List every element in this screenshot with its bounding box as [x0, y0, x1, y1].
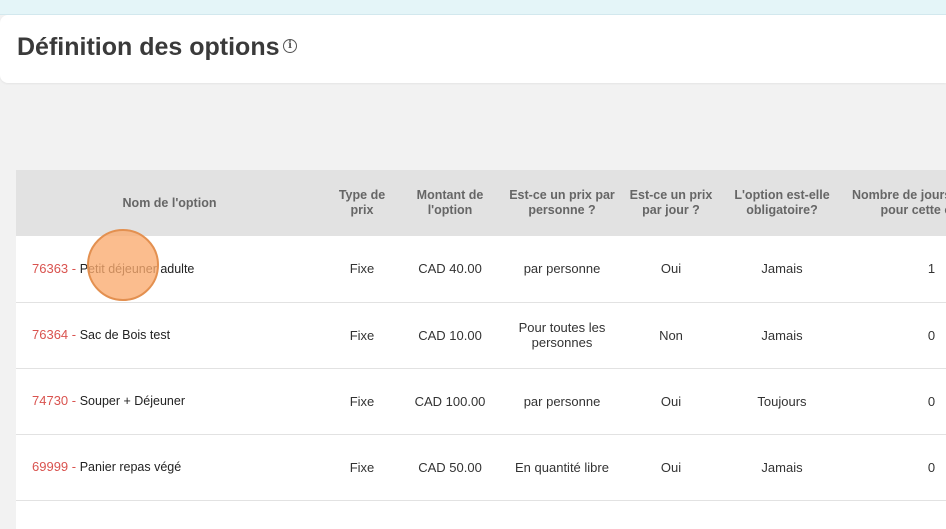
- table-row[interactable]: 69999 - Panier repas végé Fixe CAD 50.00…: [16, 434, 946, 500]
- column-header-amount[interactable]: Montant de l'option: [401, 170, 499, 236]
- mandatory-cell: Jamais: [761, 459, 803, 475]
- top-banner: [0, 0, 946, 15]
- option-name: Panier repas végé: [79, 460, 182, 474]
- option-id-link[interactable]: 74730: [32, 393, 68, 408]
- per-person-cell: par personne: [523, 261, 601, 277]
- table-header-row: Nom de l'option Type de prix Montant de …: [16, 170, 946, 236]
- mandatory-cell: Jamais: [761, 261, 803, 277]
- per-day-cell: Oui: [660, 261, 682, 277]
- days-cell: 0: [927, 393, 936, 409]
- option-separator: -: [68, 260, 80, 276]
- column-header-price-type[interactable]: Type de prix: [323, 170, 401, 236]
- per-day-cell: Oui: [660, 459, 682, 475]
- column-header-mandatory[interactable]: L'option est-elle obligatoire?: [717, 170, 847, 236]
- per-person-cell: Pour toutes les personnes: [518, 320, 606, 350]
- option-name: Sac de Bois test: [79, 328, 171, 342]
- amount-cell: CAD 40.00: [418, 261, 482, 277]
- option-name-cell: 76363 - Petit déjeuner adulte: [16, 236, 323, 302]
- table-row[interactable]: 76364 - Sac de Bois test Fixe CAD 10.00 …: [16, 302, 946, 368]
- price-type-cell: Fixe: [349, 393, 375, 409]
- price-type-cell: Fixe: [349, 459, 375, 475]
- options-table: Nom de l'option Type de prix Montant de …: [16, 170, 946, 529]
- table-row[interactable]: 74730 - Souper + Déjeuner Fixe CAD 100.0…: [16, 368, 946, 434]
- option-name-cell: 76364 - Sac de Bois test: [16, 302, 323, 368]
- column-header-option-name[interactable]: Nom de l'option: [16, 170, 323, 236]
- per-day-cell: Oui: [660, 393, 682, 409]
- option-id-link[interactable]: 76363: [32, 261, 68, 276]
- column-header-per-day[interactable]: Est-ce un prix par jour ?: [625, 170, 717, 236]
- amount-cell: CAD 100.00: [414, 393, 486, 409]
- option-separator: -: [68, 459, 80, 474]
- option-separator: -: [68, 393, 80, 408]
- price-type-cell: Fixe: [349, 261, 375, 277]
- option-name: Petit déjeuner adulte: [79, 261, 195, 276]
- amount-cell: CAD 10.00: [418, 327, 482, 343]
- days-cell: 1: [927, 261, 936, 277]
- option-name-cell: 69999 - Panier repas végé: [16, 434, 323, 500]
- days-cell: 0: [927, 327, 936, 343]
- per-person-cell: par personne: [523, 393, 601, 409]
- option-name: Souper + Déjeuner: [79, 394, 185, 408]
- days-cell: 0: [927, 459, 936, 475]
- page-header: Définition des options i: [0, 15, 946, 83]
- option-separator: -: [68, 327, 80, 342]
- option-id-link[interactable]: 69999: [32, 459, 68, 474]
- table-row[interactable]: 76363 - Petit déjeuner adulte Fixe CAD 4…: [16, 236, 946, 302]
- column-header-days[interactable]: Nombre de jours du séjour pour cette opt…: [847, 170, 946, 236]
- page-title: Définition des options: [17, 33, 280, 61]
- mandatory-cell: Toujours: [757, 393, 807, 409]
- column-header-per-person[interactable]: Est-ce un prix par personne ?: [499, 170, 625, 236]
- per-day-cell: Non: [659, 327, 683, 343]
- mandatory-cell: Jamais: [761, 327, 803, 343]
- info-icon[interactable]: i: [283, 39, 297, 53]
- price-type-cell: Fixe: [349, 327, 375, 343]
- option-id-link[interactable]: 76364: [32, 327, 68, 342]
- option-name-cell: 74730 - Souper + Déjeuner: [16, 368, 323, 434]
- per-person-cell: En quantité libre: [515, 459, 609, 475]
- amount-cell: CAD 50.00: [418, 459, 482, 475]
